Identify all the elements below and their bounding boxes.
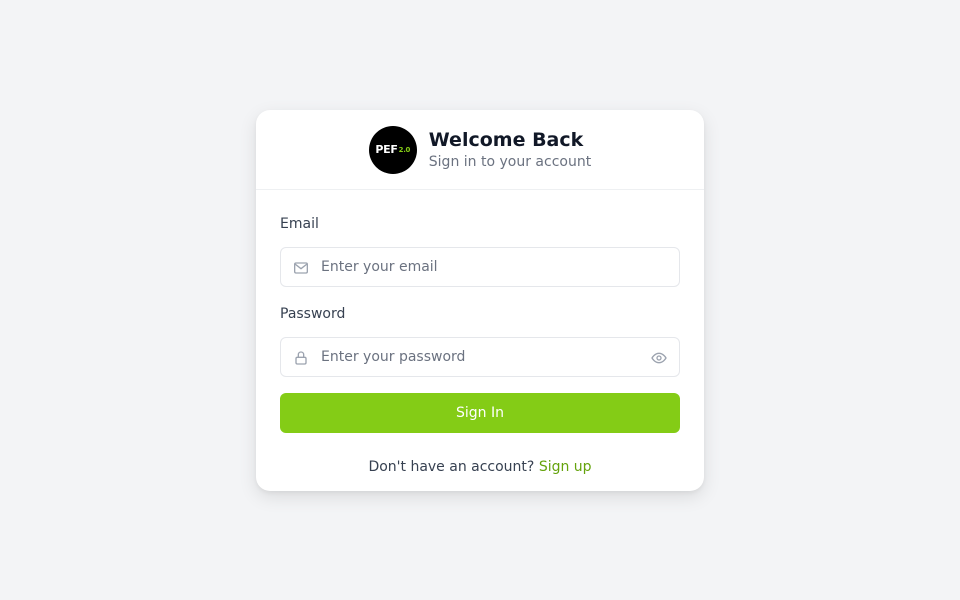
card-header: PEF 2.0 Welcome Back Sign in to your acco… [256,110,704,190]
eye-icon[interactable] [651,350,667,366]
mail-icon [294,262,308,274]
email-label: Email [280,216,319,232]
page-title: Welcome Back [428,128,584,151]
sign-up-link[interactable]: Sign up [539,459,592,475]
signup-prompt: Don't have an account? Sign up [280,459,680,475]
login-card: PEF 2.0 Welcome Back Sign in to your acco… [256,110,704,491]
sign-in-button[interactable]: Sign In [280,393,680,433]
password-input[interactable] [321,338,679,376]
email-input[interactable] [321,248,679,286]
email-field-wrapper [280,247,680,287]
signup-prompt-text: Don't have an account? [368,459,535,475]
password-field-wrapper [280,337,680,377]
header-titles: Welcome Back Sign in to your account [429,128,591,172]
lock-icon [295,351,307,365]
password-label: Password [280,306,346,322]
logo-text: PEF [375,143,398,156]
login-form: Email Password Sign In Don't have an acc… [256,190,704,475]
app-logo: PEF 2.0 [368,125,417,174]
logo-version: 2.0 [398,146,411,154]
page-subtitle: Sign in to your account [428,153,592,170]
